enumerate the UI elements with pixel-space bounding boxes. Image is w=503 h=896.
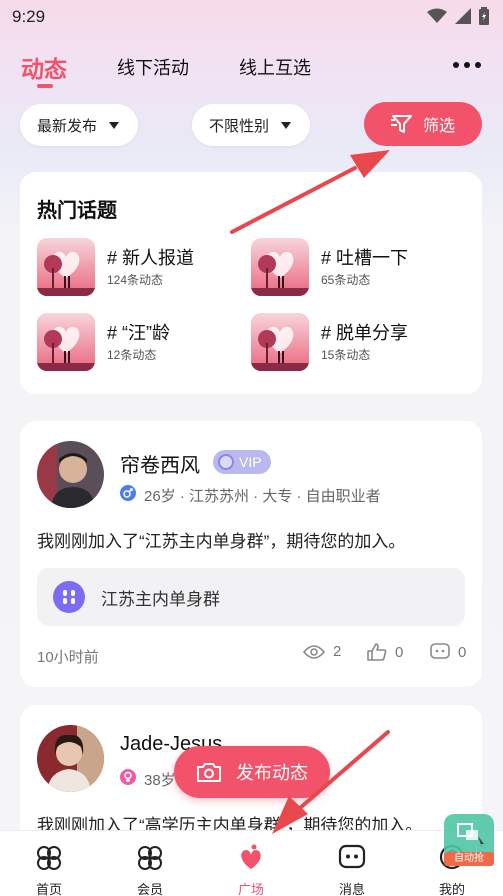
post-time: 10小时前 bbox=[37, 649, 99, 666]
nav-label: 会员 bbox=[136, 882, 163, 896]
wifi-icon bbox=[427, 8, 447, 23]
topic-name: # 吐槽一下 bbox=[321, 248, 409, 268]
tab-online-select[interactable]: 线上互选 bbox=[239, 54, 311, 80]
message-icon bbox=[338, 844, 366, 869]
view-count: 2 bbox=[303, 643, 341, 660]
topic-name: # 新人报道 bbox=[107, 248, 195, 268]
chevron-down-icon bbox=[281, 121, 292, 129]
nav-label: 首页 bbox=[35, 882, 62, 896]
post-card[interactable]: 帘卷西风 VIP 26岁 · 江苏苏州 · 大专 · 自由职业者 我刚刚加入了“… bbox=[20, 421, 482, 687]
status-bar: 9:29 bbox=[0, 0, 503, 34]
tab-offline-events[interactable]: 线下活动 bbox=[117, 54, 189, 80]
comment-count-value: 0 bbox=[458, 643, 467, 661]
hot-topics-card: 热门话题 # 新人报道 124条动态 # 吐槽一下 65条动态 # “汪”龄 1… bbox=[20, 172, 482, 394]
sort-dropdown[interactable]: 最新发布 bbox=[20, 104, 138, 146]
chevron-down-icon bbox=[109, 121, 120, 129]
topic-thumbnail bbox=[251, 238, 309, 296]
topic-thumbnail bbox=[37, 238, 95, 296]
avatar[interactable] bbox=[37, 441, 104, 508]
like-button[interactable]: 0 bbox=[367, 643, 403, 661]
topic-count: 15条动态 bbox=[321, 348, 371, 362]
auto-grab-label: 自动抢 bbox=[444, 852, 494, 866]
filter-button[interactable]: 筛选 bbox=[364, 102, 482, 146]
topic-count: 65条动态 bbox=[321, 273, 371, 287]
topic-item[interactable]: # “汪”龄 12条动态 bbox=[37, 313, 237, 373]
group-icon bbox=[53, 581, 85, 613]
vip-badge: VIP bbox=[213, 450, 271, 474]
filter-icon bbox=[390, 115, 412, 133]
topic-item[interactable]: # 吐槽一下 65条动态 bbox=[251, 238, 451, 298]
hot-topics-title: 热门话题 bbox=[37, 200, 117, 222]
topic-name: # 脱单分享 bbox=[321, 323, 409, 343]
post-text: 我刚刚加入了“江苏主内单身群”，期待您的加入。 bbox=[37, 532, 406, 551]
nav-label: 我的 bbox=[438, 882, 465, 896]
tab-dynamic[interactable]: 动态 bbox=[21, 50, 67, 84]
signal-icon bbox=[455, 8, 471, 24]
filter-label: 筛选 bbox=[422, 118, 455, 135]
male-icon bbox=[120, 485, 136, 501]
vip-label: VIP bbox=[239, 454, 262, 470]
topic-item[interactable]: # 新人报道 124条动态 bbox=[37, 238, 237, 298]
battery-icon bbox=[479, 7, 489, 25]
topic-thumbnail bbox=[37, 313, 95, 371]
thumbs-up-icon bbox=[367, 643, 387, 661]
comment-icon bbox=[430, 643, 450, 659]
user-meta: 38岁 bbox=[144, 772, 176, 789]
topic-count: 12条动态 bbox=[107, 348, 157, 362]
nav-label: 广场 bbox=[237, 882, 264, 896]
gender-label: 不限性别 bbox=[209, 117, 270, 135]
publish-post-button[interactable]: 发布动态 bbox=[174, 746, 330, 798]
group-link[interactable]: 江苏主内单身群 bbox=[37, 568, 465, 626]
home-icon bbox=[37, 846, 61, 870]
like-count-value: 0 bbox=[395, 643, 404, 661]
vip-coin-icon bbox=[218, 454, 234, 470]
user-meta: 26岁 · 江苏苏州 · 大专 · 自由职业者 bbox=[144, 488, 381, 505]
bottom-nav: 首页 会员 广场 消息 我的 bbox=[0, 830, 503, 896]
topic-thumbnail bbox=[251, 313, 309, 371]
screen-capture-icon bbox=[457, 823, 484, 848]
status-icons bbox=[427, 7, 489, 25]
status-time: 9:29 bbox=[12, 7, 46, 26]
topic-count: 124条动态 bbox=[107, 273, 164, 287]
plaza-icon bbox=[241, 844, 261, 869]
topic-item[interactable]: # 脱单分享 15条动态 bbox=[251, 313, 451, 373]
sort-label: 最新发布 bbox=[37, 117, 98, 135]
top-tabs: 动态 线下活动 线上互选 bbox=[0, 48, 503, 88]
group-name: 江苏主内单身群 bbox=[101, 590, 220, 609]
view-count-value: 2 bbox=[333, 643, 342, 660]
tab-underline bbox=[37, 84, 53, 88]
female-icon bbox=[120, 769, 136, 785]
gender-dropdown[interactable]: 不限性别 bbox=[192, 104, 310, 146]
nav-label: 消息 bbox=[338, 882, 365, 896]
user-name[interactable]: 帘卷西风 bbox=[120, 449, 200, 478]
avatar[interactable] bbox=[37, 725, 104, 792]
topic-name: # “汪”龄 bbox=[107, 323, 170, 343]
eye-icon bbox=[303, 644, 325, 659]
camera-icon bbox=[197, 763, 221, 782]
comment-button[interactable]: 0 bbox=[430, 643, 466, 661]
publish-label: 发布动态 bbox=[236, 763, 308, 783]
member-icon bbox=[138, 846, 162, 870]
more-button[interactable] bbox=[453, 62, 481, 68]
